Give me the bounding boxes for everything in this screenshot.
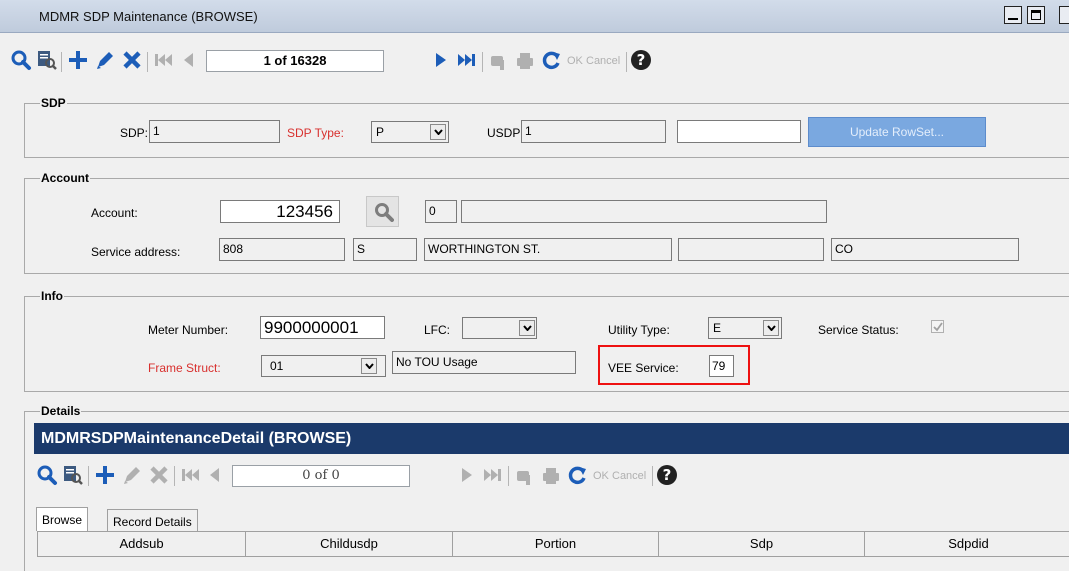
address-direction-field[interactable]: S bbox=[353, 238, 417, 261]
frame-struct-label: Frame Struct: bbox=[148, 361, 221, 375]
account-label: Account: bbox=[91, 206, 138, 220]
meter-number-label: Meter Number: bbox=[148, 323, 229, 337]
utility-type-label: Utility Type: bbox=[608, 323, 670, 337]
minimize-button[interactable] bbox=[1004, 6, 1022, 24]
service-address-label: Service address: bbox=[91, 245, 181, 259]
tab-record-details[interactable]: Record Details bbox=[107, 509, 198, 531]
undo-icon[interactable] bbox=[514, 465, 536, 487]
usdp-field[interactable]: 1 bbox=[521, 120, 666, 143]
chevron-down-icon[interactable] bbox=[519, 320, 535, 336]
edit-pencil-icon[interactable] bbox=[94, 49, 116, 71]
previous-record-icon[interactable] bbox=[180, 51, 198, 69]
first-record-icon[interactable] bbox=[180, 466, 202, 484]
detail-title: MDMRSDPMaintenanceDetail (BROWSE) bbox=[41, 430, 352, 447]
search-icon[interactable] bbox=[10, 49, 32, 71]
column-header-sdp[interactable]: Sdp bbox=[659, 532, 865, 556]
details-group-label: Details bbox=[40, 404, 82, 418]
lfc-select[interactable] bbox=[462, 317, 537, 339]
checkmark-icon bbox=[933, 322, 943, 332]
detail-header: MDMRSDPMaintenanceDetail (BROWSE) bbox=[34, 423, 1069, 454]
chevron-down-icon[interactable] bbox=[763, 320, 779, 336]
lfc-label: LFC: bbox=[424, 323, 451, 337]
detail-cancel-button[interactable]: Cancel bbox=[612, 470, 646, 482]
column-header-addsub[interactable]: Addsub bbox=[38, 532, 246, 556]
frame-struct-select[interactable]: 01 bbox=[261, 355, 386, 377]
delete-icon[interactable] bbox=[148, 464, 170, 486]
search-icon[interactable] bbox=[36, 464, 58, 486]
title-bar: MDMR SDP Maintenance (BROWSE) bbox=[0, 0, 1069, 33]
sdp-field[interactable]: 1 bbox=[149, 120, 280, 143]
chevron-down-icon[interactable] bbox=[430, 124, 446, 140]
info-group bbox=[24, 296, 1069, 392]
meter-number-field[interactable]: 9900000001 bbox=[260, 316, 385, 339]
utility-type-select[interactable]: E bbox=[708, 317, 782, 339]
utility-type-value: E bbox=[713, 321, 722, 335]
service-status-label: Service Status: bbox=[818, 323, 899, 337]
ok-button[interactable]: OK bbox=[567, 55, 583, 67]
sdp-type-select[interactable]: P bbox=[371, 121, 449, 143]
address-state-field[interactable]: CO bbox=[831, 238, 1019, 261]
account-field[interactable]: 123456 bbox=[220, 200, 340, 223]
update-rowset-button[interactable]: Update RowSet... bbox=[808, 117, 986, 147]
tab-browse[interactable]: Browse bbox=[36, 507, 89, 531]
detail-toolbar: 0 of 0 OK Cancel ? bbox=[0, 460, 1069, 490]
column-header-portion[interactable]: Portion bbox=[453, 532, 659, 556]
first-record-icon[interactable] bbox=[153, 51, 175, 69]
account-group-label: Account bbox=[40, 171, 90, 185]
search-icon bbox=[375, 203, 394, 222]
search-records-icon[interactable] bbox=[36, 49, 58, 71]
maximize-button[interactable] bbox=[1027, 6, 1045, 24]
main-toolbar: 1 of 16328 OK Cancel ? bbox=[0, 46, 1069, 76]
print-icon[interactable] bbox=[514, 50, 536, 72]
last-record-icon[interactable] bbox=[456, 51, 478, 69]
add-icon[interactable] bbox=[94, 464, 116, 486]
add-icon[interactable] bbox=[67, 49, 89, 71]
column-header-sdpdid[interactable]: Sdpdid bbox=[865, 532, 1069, 556]
chevron-down-icon[interactable] bbox=[361, 358, 377, 374]
delete-icon[interactable] bbox=[121, 49, 143, 71]
account-code-field[interactable]: 0 bbox=[425, 200, 457, 223]
frame-struct-description: No TOU Usage bbox=[392, 351, 576, 374]
cancel-button[interactable]: Cancel bbox=[586, 55, 620, 67]
close-button[interactable] bbox=[1059, 6, 1069, 24]
column-header-childusdp[interactable]: Childusdp bbox=[246, 532, 453, 556]
next-record-icon[interactable] bbox=[432, 51, 450, 69]
info-group-label: Info bbox=[40, 289, 64, 303]
grid-header: Addsub Childusdp Portion Sdp Sdpdid bbox=[37, 531, 1069, 557]
sdp-type-value: P bbox=[376, 125, 385, 139]
sdp-label: SDP: bbox=[120, 126, 149, 140]
app-window: MDMR SDP Maintenance (BROWSE) 1 of 16328 bbox=[0, 0, 1069, 571]
refresh-icon[interactable] bbox=[540, 50, 562, 72]
svg-text:?: ? bbox=[663, 466, 672, 484]
detail-ok-button[interactable]: OK bbox=[593, 470, 609, 482]
sdp-group-label: SDP bbox=[40, 96, 67, 110]
account-lookup-button[interactable] bbox=[366, 196, 399, 227]
edit-pencil-icon[interactable] bbox=[121, 464, 143, 486]
record-position-field[interactable]: 1 of 16328 bbox=[206, 50, 384, 72]
usdp-label: USDP: bbox=[487, 126, 524, 140]
undo-icon[interactable] bbox=[488, 50, 510, 72]
help-icon[interactable]: ? bbox=[656, 464, 678, 486]
sdp-type-label: SDP Type: bbox=[287, 126, 344, 140]
previous-record-icon[interactable] bbox=[206, 466, 224, 484]
address-street-field[interactable]: WORTHINGTON ST. bbox=[424, 238, 672, 261]
frame-struct-value: 01 bbox=[270, 359, 284, 373]
svg-text:?: ? bbox=[637, 51, 646, 69]
detail-record-position-field[interactable]: 0 of 0 bbox=[232, 465, 410, 487]
next-record-icon[interactable] bbox=[458, 466, 476, 484]
last-record-icon[interactable] bbox=[482, 466, 504, 484]
address-number-field[interactable]: 808 bbox=[219, 238, 345, 261]
refresh-icon[interactable] bbox=[566, 465, 588, 487]
account-name-field[interactable] bbox=[461, 200, 827, 223]
service-status-checkbox[interactable] bbox=[931, 320, 944, 333]
help-icon[interactable]: ? bbox=[630, 49, 652, 71]
address-unit-field[interactable] bbox=[678, 238, 824, 261]
usdp-extra-field[interactable] bbox=[677, 120, 801, 143]
window-title: MDMR SDP Maintenance (BROWSE) bbox=[39, 9, 258, 24]
search-records-icon[interactable] bbox=[62, 464, 84, 486]
vee-service-highlight bbox=[598, 345, 750, 385]
print-icon[interactable] bbox=[540, 465, 562, 487]
